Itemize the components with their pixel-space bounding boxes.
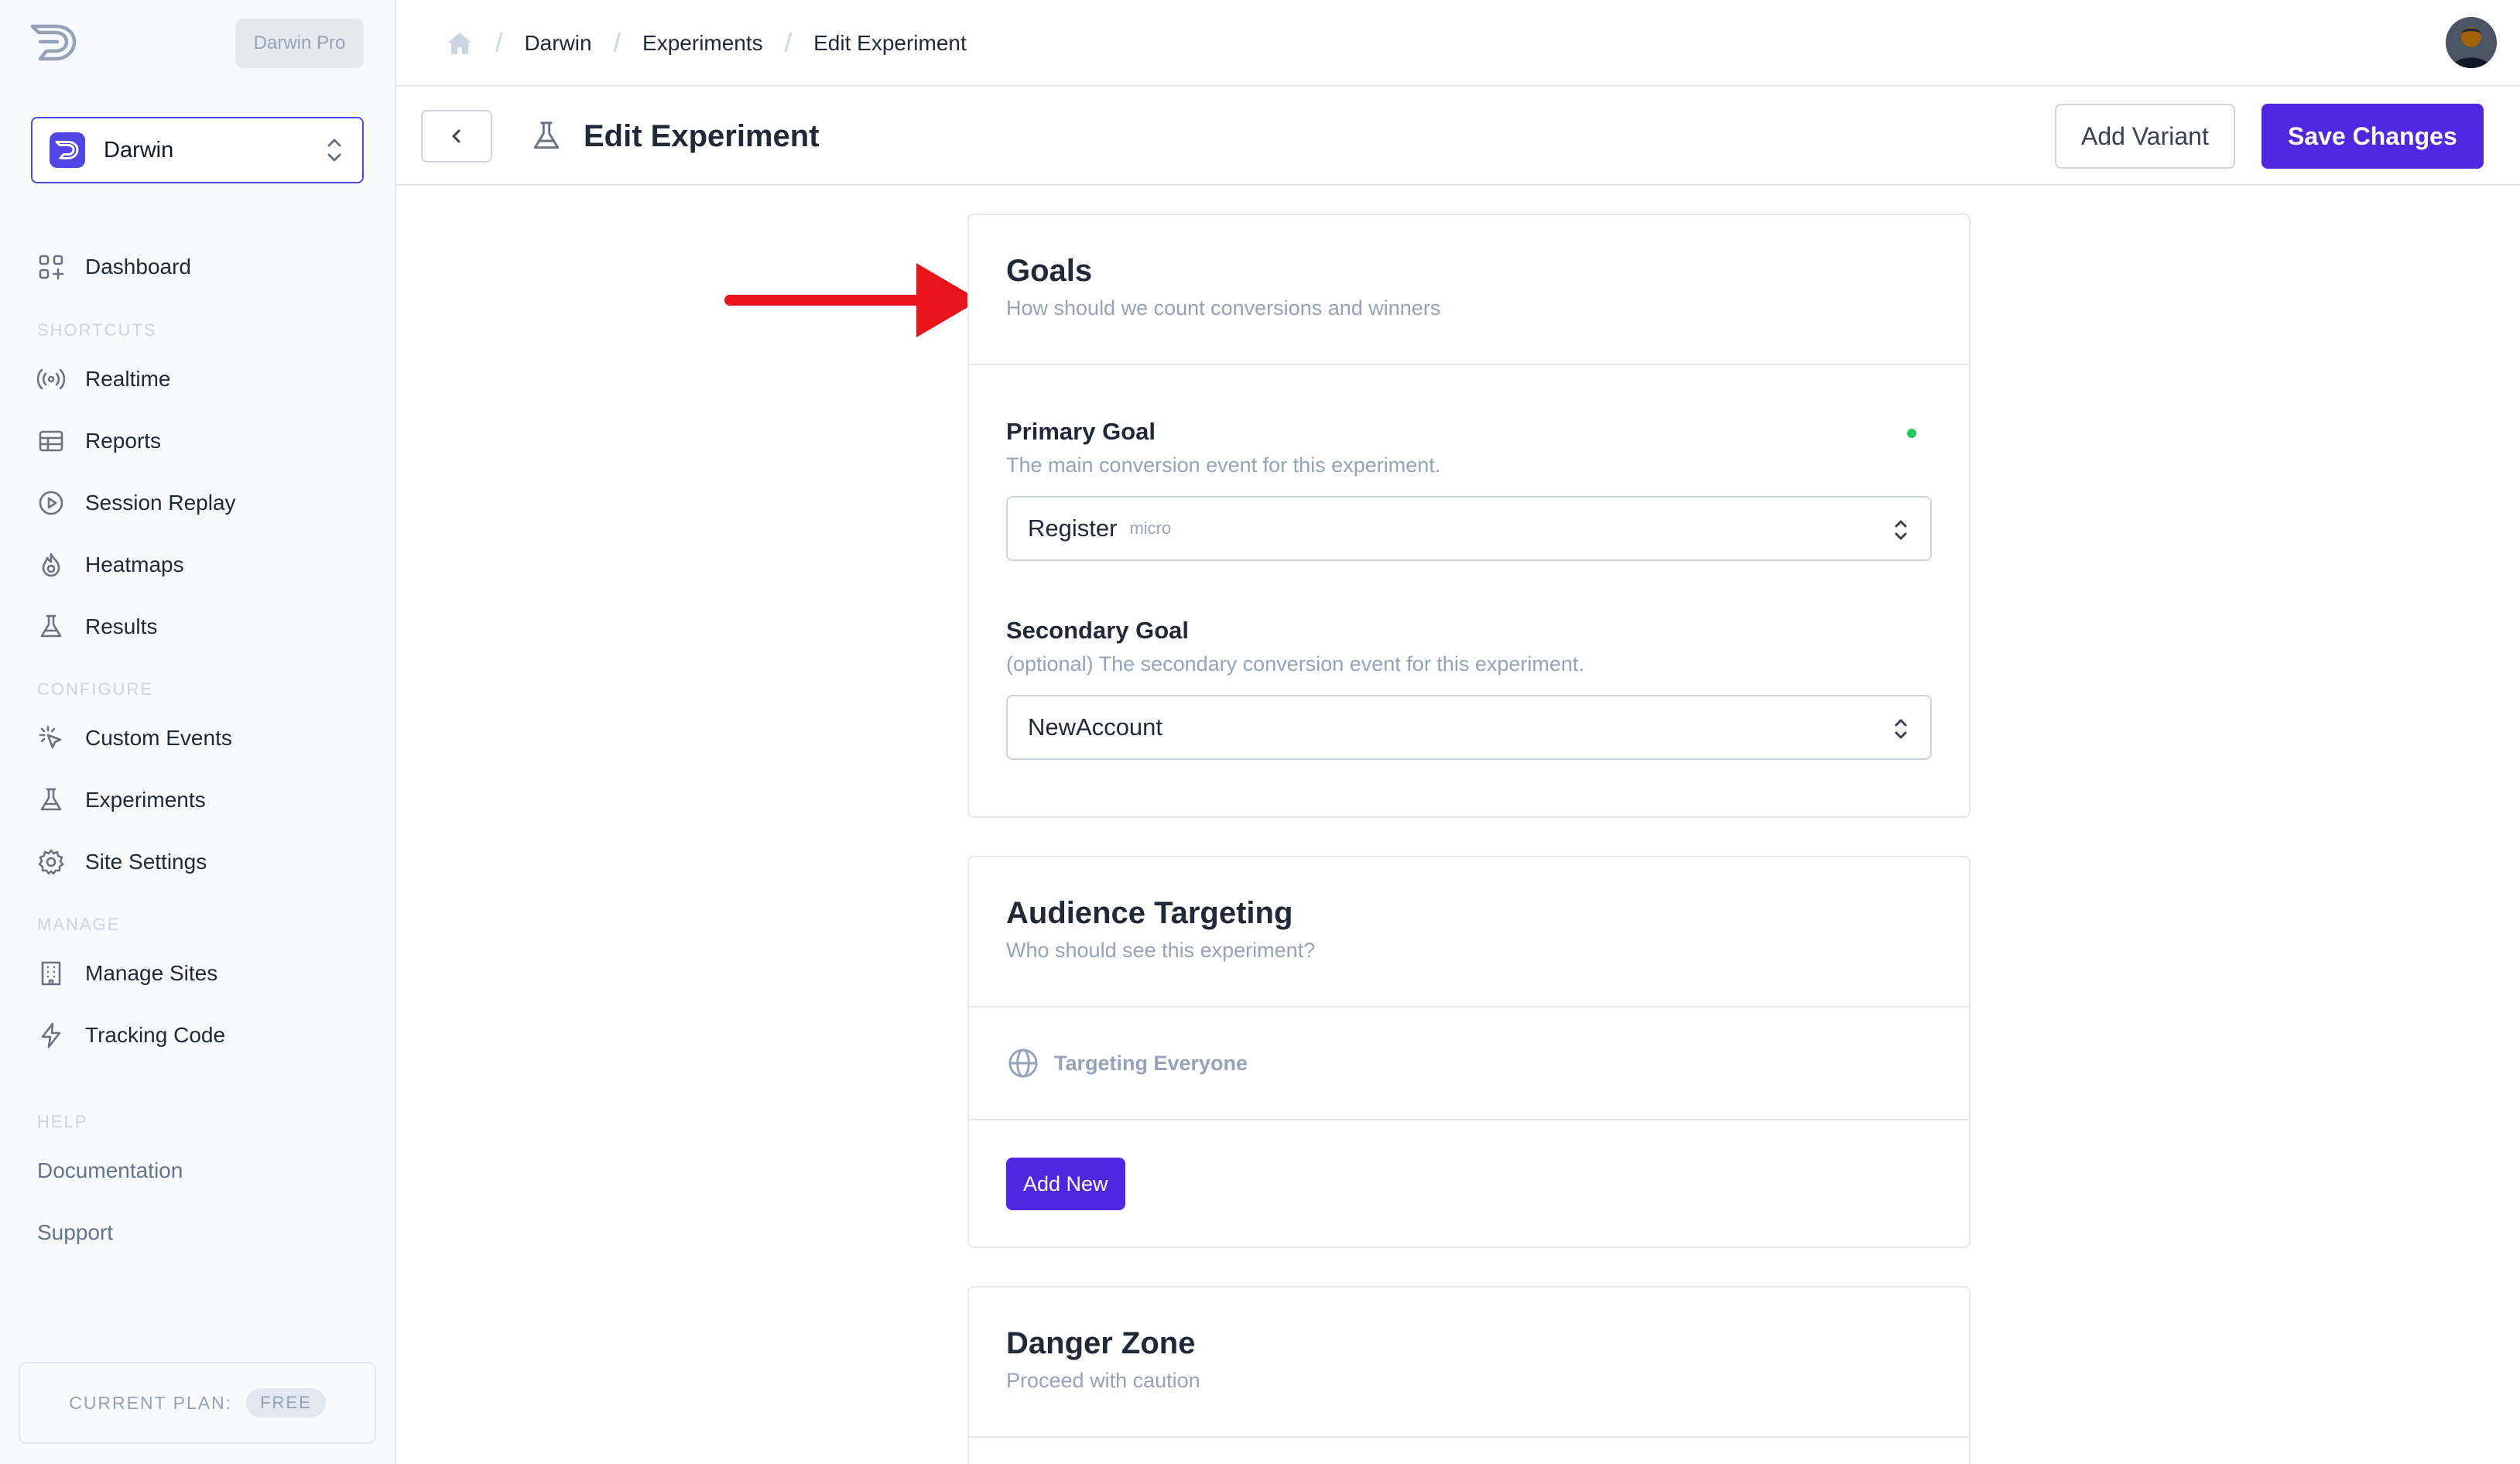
annotation-arrow-icon [724, 263, 980, 337]
danger-subtitle: Proceed with caution [1006, 1369, 1200, 1392]
globe-icon [1008, 1048, 1038, 1078]
goals-header: Goals How should we count conversions an… [969, 215, 1969, 365]
sidebar-item-results[interactable]: Results [37, 605, 157, 648]
breadcrumb-separator: / [613, 28, 621, 58]
goals-subtitle: How should we count conversions and winn… [1006, 296, 1441, 320]
sidebar-item-tracking-code[interactable]: Tracking Code [37, 1014, 225, 1057]
bolt-icon [41, 1022, 61, 1048]
user-avatar[interactable] [2446, 17, 2497, 68]
status-dot [1907, 429, 1916, 438]
current-plan[interactable]: CURRENT PLAN: FREE [19, 1362, 376, 1444]
audience-title: Audience Targeting [1006, 896, 1293, 930]
chevron-left-icon [452, 129, 461, 143]
audience-card: Audience Targeting Who should see this e… [967, 856, 1970, 1248]
back-button[interactable] [421, 110, 492, 162]
primary-goal-help: The main conversion event for this exper… [1006, 453, 1441, 477]
sidebar-item-custom-events[interactable]: Custom Events [37, 717, 232, 760]
danger-header: Danger Zone Proceed with caution [969, 1288, 1969, 1438]
section-configure: CONFIGURE [37, 679, 153, 699]
sidebar-item-label: Session Replay [85, 491, 236, 515]
current-plan-badge: FREE [246, 1388, 326, 1418]
sidebar-item-label: Custom Events [85, 726, 232, 750]
sidebar-item-dashboard[interactable]: Dashboard [37, 245, 191, 289]
secondary-goal-label: Secondary Goal [1006, 617, 1190, 644]
sidebar-item-label: Heatmaps [85, 552, 184, 576]
secondary-goal-help: (optional) The secondary conversion even… [1006, 652, 1584, 676]
sidebar-item-experiments[interactable]: Experiments [37, 778, 206, 822]
breadcrumb: / Darwin / Experiments / Edit Experiment [446, 0, 967, 87]
sidebar-item-label: Tracking Code [85, 1023, 226, 1047]
current-plan-label: CURRENT PLAN: [69, 1392, 233, 1413]
building-icon [41, 961, 61, 986]
breadcrumb-separator: / [495, 28, 503, 58]
sidebar-item-site-settings[interactable]: Site Settings [37, 840, 207, 884]
section-shortcuts: SHORTCUTS [37, 320, 157, 340]
chevron-up-down-icon [1895, 719, 1907, 739]
app-root: Darwin Pro Darwin Dashboard SHORTCUTS Re… [0, 0, 2520, 1464]
sidebar-item-label: Reports [85, 429, 162, 453]
plan-badge[interactable]: Darwin Pro [235, 19, 364, 68]
site-switcher[interactable]: Darwin [31, 117, 364, 183]
targeting-label: Targeting Everyone [1054, 1051, 1248, 1075]
breadcrumb-current: Edit Experiment [813, 31, 967, 55]
site-switcher-label: Darwin [104, 137, 174, 162]
secondary-goal-value: NewAccount [1028, 713, 1163, 741]
sidebar-item-heatmaps[interactable]: Heatmaps [37, 543, 184, 587]
signal-icon [37, 368, 65, 390]
breadcrumb-darwin[interactable]: Darwin [524, 31, 591, 56]
page-title: Edit Experiment [584, 118, 820, 153]
goals-title: Goals [1006, 254, 1093, 288]
sidebar-item-label: Site Settings [85, 850, 207, 874]
primary-goal-value: Register [1028, 515, 1118, 542]
cursor-click-icon [39, 725, 62, 749]
flame-icon [42, 552, 60, 577]
site-logo-icon [50, 132, 85, 168]
section-manage: MANAGE [37, 915, 121, 934]
beaker-icon [40, 788, 62, 811]
sidebar-item-label: Dashboard [85, 255, 191, 279]
breadcrumb-separator: / [784, 28, 793, 58]
goals-card: Goals How should we count conversions an… [967, 214, 1970, 818]
add-variant-button[interactable]: Add Variant [2055, 104, 2235, 169]
sidebar-item-label: Experiments [85, 788, 206, 812]
primary-goal-select[interactable]: Register micro [1006, 496, 1932, 561]
secondary-goal-select[interactable]: NewAccount [1006, 695, 1932, 760]
sidebar: Darwin Pro Darwin Dashboard SHORTCUTS Re… [0, 0, 396, 1464]
table-icon [39, 430, 63, 452]
audience-actions: Add New [969, 1120, 1969, 1247]
targeting-row: Targeting Everyone [969, 1007, 1969, 1120]
primary-goal-label: Primary Goal [1006, 418, 1156, 445]
sidebar-item-reports[interactable]: Reports [37, 419, 161, 463]
add-new-button[interactable]: Add New [1006, 1158, 1125, 1210]
section-help: HELP [37, 1112, 88, 1131]
sidebar-item-label: Manage Sites [85, 961, 218, 985]
home-icon[interactable] [446, 29, 474, 57]
primary-goal-tag: micro [1129, 518, 1172, 538]
gear-icon [38, 849, 64, 875]
page-title-group: Edit Experiment [529, 87, 820, 186]
audience-subtitle: Who should see this experiment? [1006, 939, 1316, 962]
top-bar: / Darwin / Experiments / Edit Experiment [396, 0, 2520, 87]
documentation-link[interactable]: Documentation [37, 1158, 183, 1183]
audience-header: Audience Targeting Who should see this e… [969, 857, 1969, 1007]
sidebar-item-manage-sites[interactable]: Manage Sites [37, 952, 217, 995]
darwin-logo-icon[interactable] [29, 22, 79, 63]
sidebar-item-session-replay[interactable]: Session Replay [37, 481, 236, 525]
chevron-up-down-icon [1895, 520, 1907, 540]
save-changes-button[interactable]: Save Changes [2261, 104, 2484, 169]
grid-plus-icon [39, 255, 64, 280]
breadcrumb-experiments[interactable]: Experiments [642, 31, 763, 56]
beaker-icon [533, 121, 560, 149]
sidebar-item-label: Results [85, 614, 158, 638]
play-circle-icon [39, 491, 63, 515]
goals-body: Primary Goal The main conversion event f… [969, 365, 1969, 760]
page-header: Edit Experiment Add Variant Save Changes [396, 87, 2520, 186]
danger-card: Danger Zone Proceed with caution [967, 1286, 1970, 1464]
danger-title: Danger Zone [1006, 1326, 1196, 1360]
chevron-up-down-icon [327, 139, 341, 162]
sidebar-item-realtime[interactable]: Realtime [37, 357, 170, 401]
support-link[interactable]: Support [37, 1220, 113, 1245]
beaker-icon [40, 614, 62, 638]
sidebar-item-label: Realtime [85, 367, 171, 391]
